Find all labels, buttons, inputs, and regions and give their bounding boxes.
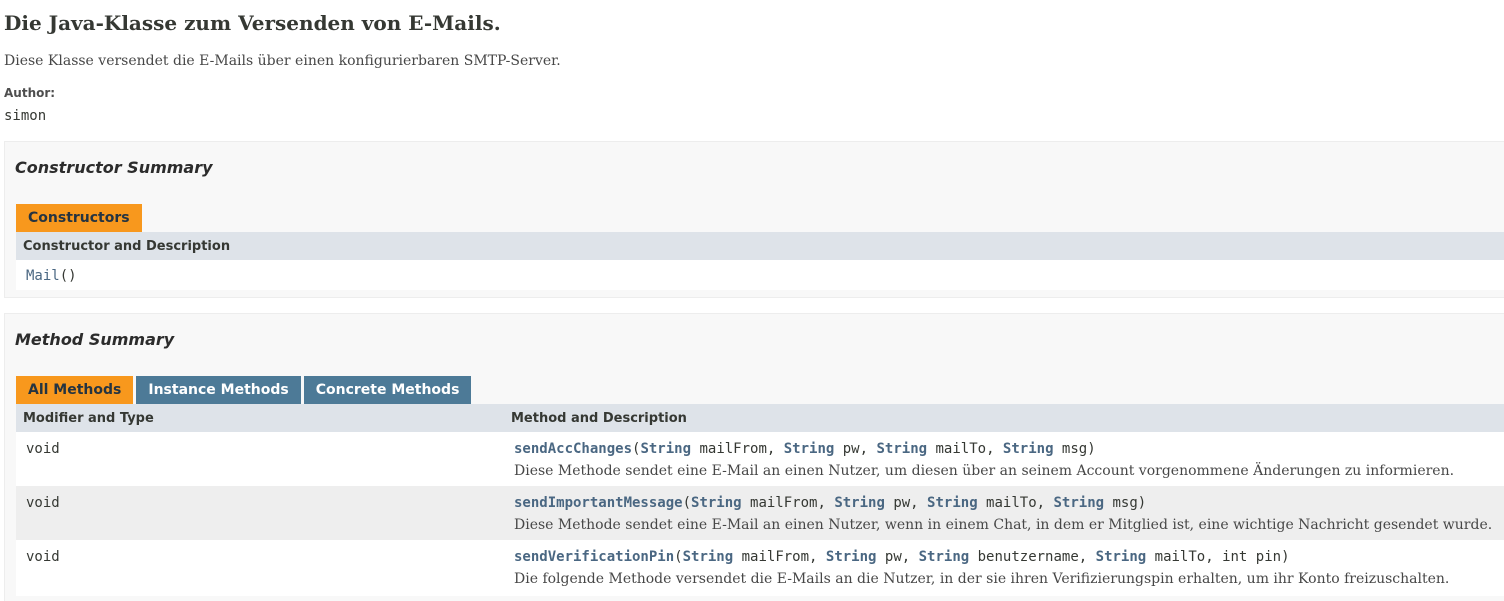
tab-instance-methods[interactable]: Instance Methods (136, 376, 301, 404)
constructor-summary-section: Constructor Summary Constructors Constru… (4, 141, 1504, 298)
param-name: mailTo, (927, 441, 1003, 457)
type-link-string[interactable]: String (1003, 441, 1054, 457)
class-description: Diese Klasse versendet die E-Mails über … (4, 53, 561, 69)
constructor-signature: Mail() (26, 268, 77, 284)
signature-paren: ( (682, 495, 692, 511)
column-header-modifier: Modifier and Type (23, 411, 154, 426)
column-header-method: Method and Description (511, 411, 687, 426)
method-summary-heading: Method Summary (15, 330, 175, 349)
method-description: Diese Methode sendet eine E-Mail an eine… (514, 463, 1455, 479)
table-row: void sendAccChanges(String mailFrom, Str… (16, 432, 1504, 486)
type-link-string[interactable]: String (691, 495, 742, 511)
param-name: mailFrom, (733, 549, 826, 565)
constructor-link-mail[interactable]: Mail (26, 268, 60, 284)
table-row: Mail() (16, 260, 1504, 290)
method-link-sendverificationpin[interactable]: sendVerificationPin (514, 549, 674, 565)
method-link-sendaccchanges[interactable]: sendAccChanges (514, 441, 632, 457)
method-description: Die folgende Methode versendet die E-Mai… (514, 571, 1450, 587)
type-link-string[interactable]: String (826, 549, 877, 565)
type-link-string[interactable]: String (784, 441, 835, 457)
author-value: simon (4, 108, 47, 124)
constructor-table-header: Constructor and Description (16, 232, 1504, 260)
param-name: pw, (884, 495, 928, 511)
param-name: pw, (834, 441, 877, 457)
method-description: Diese Methode sendet eine E-Mail an eine… (514, 517, 1493, 533)
type-link-string[interactable]: String (834, 495, 885, 511)
type-link-string[interactable]: String (1053, 495, 1104, 511)
type-link-string[interactable]: String (927, 495, 978, 511)
constructor-summary-heading: Constructor Summary (15, 158, 213, 177)
type-link-string[interactable]: String (876, 441, 927, 457)
tab-concrete-methods[interactable]: Concrete Methods (303, 376, 472, 404)
method-table-header: Modifier and Type Method and Description (16, 404, 1504, 432)
param-name: mailTo, (977, 495, 1054, 511)
param-name: msg) (1104, 495, 1147, 511)
tab-constructors[interactable]: Constructors (16, 204, 142, 232)
method-table: Modifier and Type Method and Description… (16, 404, 1504, 596)
author-label: Author: (4, 86, 56, 100)
constructor-table: Constructor and Description Mail() (16, 232, 1504, 290)
param-name: benutzername, (969, 549, 1096, 565)
method-tabs: All Methods Instance Methods Concrete Me… (16, 376, 474, 404)
modifier-type: void (26, 549, 60, 565)
type-link-string[interactable]: String (640, 441, 691, 457)
type-link-string[interactable]: String (683, 549, 734, 565)
param-name: mailFrom, (741, 495, 835, 511)
constructor-params: () (59, 268, 77, 284)
class-title: Die Java-Klasse zum Versenden von E-Mail… (4, 11, 501, 35)
constructor-tabs: Constructors (16, 204, 145, 232)
method-signature: sendImportantMessage(String mailFrom, St… (514, 495, 1146, 511)
method-link-sendimportantmessage[interactable]: sendImportantMessage (514, 495, 683, 511)
signature-paren: ( (674, 549, 683, 565)
table-row: void sendVerificationPin(String mailFrom… (16, 540, 1504, 596)
type-link-string[interactable]: String (1096, 549, 1147, 565)
param-name: pw, (876, 549, 919, 565)
param-name: mailFrom, (691, 441, 784, 457)
modifier-type: void (26, 495, 60, 511)
type-link-string[interactable]: String (919, 549, 970, 565)
tab-all-methods[interactable]: All Methods (16, 376, 134, 404)
modifier-type: void (26, 441, 60, 457)
table-row: void sendImportantMessage(String mailFro… (16, 486, 1504, 540)
param-name: mailTo, int pin) (1146, 549, 1290, 565)
method-summary-section: Method Summary All Methods Instance Meth… (4, 313, 1504, 601)
method-signature: sendAccChanges(String mailFrom, String p… (514, 441, 1096, 457)
param-name: msg) (1053, 441, 1096, 457)
column-header-constructor: Constructor and Description (23, 239, 231, 254)
method-signature: sendVerificationPin(String mailFrom, Str… (514, 549, 1290, 565)
